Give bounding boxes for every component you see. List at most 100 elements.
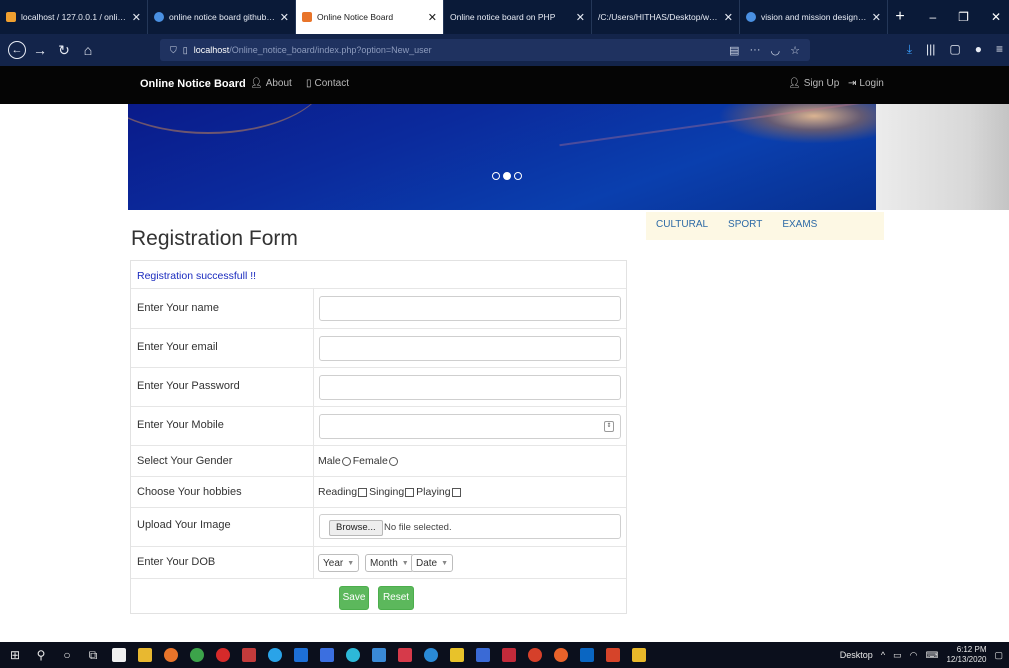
carousel-dot-active[interactable] — [503, 172, 511, 180]
form-row-image: Upload Your Image Browse... No file sele… — [131, 508, 626, 547]
app-icon[interactable] — [242, 648, 256, 662]
nav-signup-link[interactable]: 👤︎ Sign Up — [788, 78, 839, 89]
category-sport-link[interactable]: SPORT — [728, 219, 762, 233]
library-icon[interactable]: ||| — [926, 42, 935, 57]
address-bar[interactable]: ⛉ ▯ localhost /Online_notice_board/index… — [160, 39, 810, 61]
store-icon[interactable] — [112, 648, 126, 662]
firefox-icon[interactable] — [164, 648, 178, 662]
browser-tab[interactable]: Online notice board on PHP ✕ — [444, 0, 592, 34]
file-explorer-icon[interactable] — [138, 648, 152, 662]
hobby-playing-label: Playing — [416, 486, 451, 498]
dob-month-select[interactable]: Month ▼ — [365, 554, 414, 572]
task-view-icon[interactable]: ⧉ — [86, 648, 100, 663]
login-icon: ⇥ — [848, 78, 857, 89]
windows-taskbar: ⊞ ⚲ ○ ⧉ Desktop ^ ▭ ◠ ⌨ 6:12 PM 12/13/20… — [0, 642, 1009, 668]
nav-about-link[interactable]: 👤︎ About — [250, 78, 292, 89]
app-icon[interactable] — [476, 648, 490, 662]
reload-icon[interactable]: ↻ — [54, 42, 74, 59]
chrome-icon[interactable] — [190, 648, 204, 662]
page-title: Registration Form — [131, 227, 298, 250]
close-icon[interactable]: ✕ — [428, 11, 437, 24]
close-window-icon[interactable]: ✕ — [991, 10, 1001, 24]
app-icon[interactable] — [632, 648, 646, 662]
notification-icon[interactable]: ▢ — [994, 650, 1003, 661]
name-input[interactable] — [319, 296, 621, 321]
reader-view-icon[interactable]: ▤ — [729, 44, 739, 57]
hobby-playing-checkbox[interactable] — [451, 487, 461, 497]
email-input[interactable] — [319, 336, 621, 361]
more-icon[interactable]: ··· — [750, 44, 761, 57]
number-spinner-icon[interactable]: ⇕ — [604, 421, 614, 432]
carousel-dot[interactable] — [514, 172, 522, 180]
save-button[interactable]: Save — [339, 586, 369, 610]
nav-login-link[interactable]: ⇥ Login — [848, 78, 884, 89]
minimize-icon[interactable]: – — [929, 10, 936, 24]
gender-options: Male Female — [318, 455, 400, 467]
search-icon[interactable]: ⚲ — [34, 648, 48, 662]
file-status: No file selected. — [384, 522, 452, 533]
browser-tab[interactable]: /C:/Users/HITHAS/Desktop/webs ✕ — [592, 0, 740, 34]
photos-icon[interactable] — [372, 648, 386, 662]
category-exams-link[interactable]: EXAMS — [782, 219, 817, 233]
hobby-singing-checkbox[interactable] — [405, 487, 415, 497]
new-tab-button[interactable]: + — [888, 0, 912, 34]
skype-icon[interactable] — [268, 648, 282, 662]
menu-icon[interactable]: ≡ — [996, 42, 1003, 57]
gender-female-radio[interactable] — [388, 456, 398, 466]
wifi-icon[interactable]: ◠ — [910, 650, 918, 661]
keyboard-icon[interactable]: ⌨ — [925, 650, 938, 661]
system-clock[interactable]: 6:12 PM 12/13/2020 — [946, 645, 986, 665]
chevron-up-icon[interactable]: ^ — [881, 650, 885, 660]
app-icon[interactable] — [320, 648, 334, 662]
browser-tab[interactable]: localhost / 127.0.0.1 / online_n ✕ — [0, 0, 148, 34]
browser-tab[interactable]: online notice board github - G ✕ — [148, 0, 296, 34]
edge-icon[interactable] — [346, 648, 360, 662]
hobby-reading-checkbox[interactable] — [358, 487, 368, 497]
sidebar-icon[interactable]: ▢ — [949, 42, 960, 57]
linkedin-icon[interactable] — [580, 648, 594, 662]
download-icon[interactable]: ⤓ — [907, 42, 912, 57]
dob-date-select[interactable]: Date ▼ — [411, 554, 454, 572]
category-cultural-link[interactable]: CULTURAL — [656, 219, 708, 233]
app-icon[interactable] — [294, 648, 308, 662]
battery-icon[interactable]: ▭ — [893, 650, 902, 661]
email-label: Enter Your email — [137, 341, 218, 353]
app-icon[interactable] — [450, 648, 464, 662]
nav-contact-link[interactable]: ▯ Contact — [306, 78, 349, 89]
app-icon[interactable] — [424, 648, 438, 662]
opera-icon[interactable] — [216, 648, 230, 662]
banner-side-panel — [876, 104, 1009, 210]
account-icon[interactable]: ● — [975, 42, 982, 57]
app-icon[interactable] — [502, 648, 516, 662]
reset-button[interactable]: Reset — [378, 586, 414, 610]
app-icon[interactable] — [398, 648, 412, 662]
forward-icon[interactable]: → — [30, 42, 50, 58]
site-brand[interactable]: Online Notice Board — [140, 78, 246, 90]
close-icon[interactable]: ✕ — [280, 11, 289, 24]
pocket-icon[interactable]: ◡ — [771, 44, 781, 57]
password-input[interactable] — [319, 375, 621, 400]
chevron-down-icon: ▼ — [347, 559, 355, 567]
app-icon[interactable] — [606, 648, 620, 662]
mobile-input[interactable]: ⇕ — [319, 414, 621, 439]
page-icon: ▯ — [182, 44, 188, 55]
back-icon[interactable]: ← — [8, 41, 26, 59]
bookmark-star-icon[interactable]: ☆ — [790, 44, 800, 57]
app-icon[interactable] — [554, 648, 568, 662]
close-icon[interactable]: ✕ — [576, 11, 585, 24]
dob-year-select[interactable]: Year ▼ — [318, 554, 360, 572]
gender-male-radio[interactable] — [341, 456, 351, 466]
close-icon[interactable]: ✕ — [724, 11, 733, 24]
restore-icon[interactable]: ❐ — [958, 10, 969, 24]
cortana-icon[interactable]: ○ — [60, 648, 74, 662]
browser-tab-active[interactable]: Online Notice Board ✕ — [296, 0, 444, 34]
browse-button[interactable]: Browse... — [329, 520, 383, 536]
close-icon[interactable]: ✕ — [132, 11, 141, 24]
carousel-dot[interactable] — [492, 172, 500, 180]
browser-tab[interactable]: vision and mission design tem ✕ — [740, 0, 888, 34]
desktop-toolbar-label[interactable]: Desktop — [840, 650, 873, 660]
close-icon[interactable]: ✕ — [872, 11, 881, 24]
app-icon[interactable] — [528, 648, 542, 662]
home-icon[interactable]: ⌂ — [78, 42, 98, 58]
windows-start-icon[interactable]: ⊞ — [8, 648, 22, 662]
